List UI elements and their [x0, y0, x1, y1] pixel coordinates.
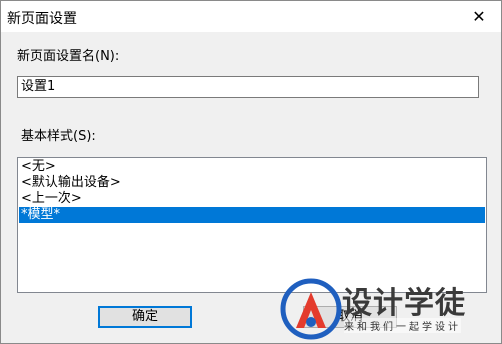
watermark-title: 设计学徒 [342, 286, 466, 321]
ok-button[interactable]: 确定 [98, 306, 192, 328]
dialog-title: 新页面设置 [7, 11, 77, 27]
base-style-label: 基本样式(S): [21, 129, 96, 144]
list-item[interactable]: <上一次> [19, 191, 485, 207]
watermark: 设计学徒 来和我们一起学设计 [280, 278, 500, 340]
list-item[interactable]: *模型* [19, 207, 485, 223]
title-bar: 新页面设置 ✕ [1, 1, 501, 32]
close-icon[interactable]: ✕ [457, 1, 501, 32]
list-item[interactable]: <无> [19, 159, 485, 175]
base-style-list[interactable]: <无> <默认输出设备> <上一次> *模型* [17, 157, 487, 293]
watermark-logo-icon [280, 278, 342, 340]
watermark-subtitle: 来和我们一起学设计 [344, 318, 461, 333]
page-setup-name-input[interactable]: 设置1 [17, 76, 479, 98]
page-setup-name-label: 新页面设置名(N): [17, 49, 120, 64]
list-item[interactable]: <默认输出设备> [19, 175, 485, 191]
